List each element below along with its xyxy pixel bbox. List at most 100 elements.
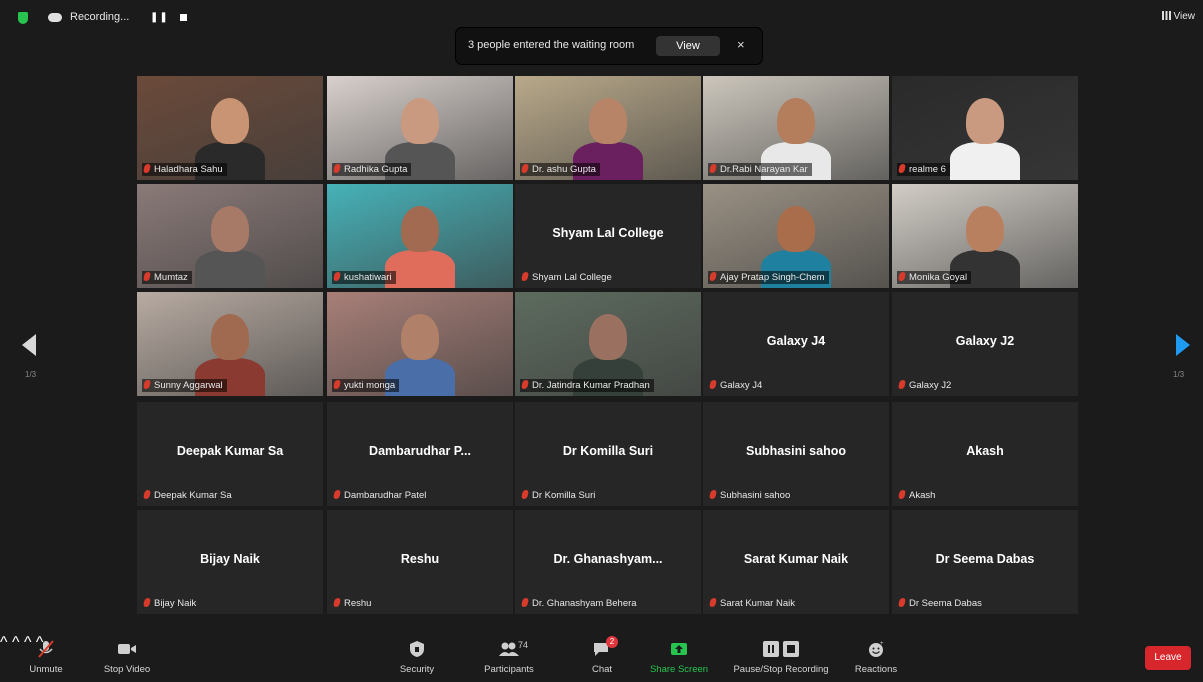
view-layout-button[interactable]: View <box>1161 11 1196 22</box>
participant-face <box>211 98 249 144</box>
chat-button[interactable]: 2 Chat <box>586 636 618 675</box>
cloud-recording-icon <box>48 13 62 22</box>
participant-tile[interactable]: Dr Komilla Suri Dr Komilla Suri <box>515 402 701 506</box>
pause-stop-recording-button[interactable]: Pause/Stop Recording <box>728 640 834 675</box>
participant-face <box>211 314 249 360</box>
view-layout-label: View <box>1173 11 1196 22</box>
participant-tile[interactable]: Deepak Kumar Sa Deepak Kumar Sa <box>137 402 323 506</box>
participant-name: Sarat Kumar Naik <box>720 598 795 609</box>
security-label: Security <box>399 664 435 675</box>
participant-name-label: Dambarudhar Patel <box>332 489 430 502</box>
participant-tile[interactable]: Dambarudhar P... Dambarudhar Patel <box>327 402 513 506</box>
participant-name-label: Mumtaz <box>142 271 192 284</box>
participant-name: Galaxy J4 <box>720 380 763 391</box>
leave-button[interactable]: Leave <box>1145 646 1191 670</box>
participants-button[interactable]: 74 Participants <box>478 640 540 675</box>
reactions-label: Reactions <box>854 664 898 675</box>
participant-name-label: Subhasini sahoo <box>708 489 794 502</box>
participant-tile[interactable]: Dr. ashu Gupta <box>515 76 701 180</box>
chat-unread-badge: 2 <box>606 636 618 648</box>
participant-tile[interactable]: Akash Akash <box>892 402 1078 506</box>
participant-tile[interactable]: Dr.Rabi Narayan Kar <box>703 76 889 180</box>
participant-display-name: Akash <box>966 444 1004 458</box>
participant-face <box>589 98 627 144</box>
video-camera-icon <box>96 640 158 658</box>
participant-name-label: Galaxy J2 <box>897 379 955 392</box>
participant-face <box>401 98 439 144</box>
participant-tile[interactable]: Galaxy J2 Galaxy J2 <box>892 292 1078 396</box>
participant-tile[interactable]: Galaxy J4 Galaxy J4 <box>703 292 889 396</box>
unmute-button[interactable]: Unmute <box>24 640 68 675</box>
muted-mic-icon <box>143 598 151 607</box>
participant-tile[interactable]: Ajay Pratap Singh-Chem <box>703 184 889 288</box>
participant-tile[interactable]: yukti monga <box>327 292 513 396</box>
audio-options-caret[interactable]: ^ <box>0 634 8 651</box>
participant-name-label: kushatiwari <box>332 271 396 284</box>
share-screen-button[interactable]: Share Screen <box>646 640 712 675</box>
participant-name-label: Dr Komilla Suri <box>520 489 599 502</box>
participant-face <box>589 314 627 360</box>
participant-tile[interactable]: Dr. Jatindra Kumar Pradhan <box>515 292 701 396</box>
participant-tile[interactable]: kushatiwari <box>327 184 513 288</box>
previous-page-arrow-icon[interactable] <box>22 334 36 356</box>
recording-status: Recording... <box>70 11 130 23</box>
page-indicator-left: 1/3 <box>25 370 37 379</box>
participant-tile[interactable]: Sarat Kumar Naik Sarat Kumar Naik <box>703 510 889 614</box>
page-indicator-right: 1/3 <box>1173 370 1185 379</box>
muted-mic-icon <box>521 164 529 173</box>
participant-tile[interactable]: Bijay Naik Bijay Naik <box>137 510 323 614</box>
stop-icon[interactable] <box>180 14 187 21</box>
participant-tile[interactable]: Monika Goyal <box>892 184 1078 288</box>
muted-mic-icon <box>709 380 717 389</box>
muted-mic-icon <box>521 272 529 281</box>
participant-display-name: Subhasini sahoo <box>745 444 846 458</box>
muted-mic-icon <box>709 598 717 607</box>
notification-view-button[interactable]: View <box>656 36 720 56</box>
video-options-caret[interactable]: ^ <box>12 634 20 651</box>
muted-mic-icon <box>898 598 906 607</box>
participant-tile[interactable]: Sunny Aggarwal <box>137 292 323 396</box>
participant-body <box>950 142 1020 180</box>
participant-name: kushatiwari <box>344 272 392 283</box>
pause-icon[interactable]: ❚❚ <box>150 12 169 23</box>
muted-mic-icon <box>333 380 341 389</box>
participant-tile[interactable]: Radhika Gupta <box>327 76 513 180</box>
reactions-button[interactable]: + Reactions <box>850 640 902 675</box>
muted-mic-icon <box>333 598 341 607</box>
participant-tile[interactable]: Dr Seema Dabas Dr Seema Dabas <box>892 510 1078 614</box>
participant-name: Bijay Naik <box>154 598 197 609</box>
participant-name-label: realme 6 <box>897 163 950 176</box>
participant-name: Dr Komilla Suri <box>532 490 596 501</box>
participant-tile[interactable]: Reshu Reshu <box>327 510 513 614</box>
muted-mic-icon <box>521 490 529 499</box>
security-shield-icon <box>392 640 442 658</box>
grid-view-icon <box>1161 11 1171 20</box>
security-button[interactable]: Security <box>392 640 442 675</box>
participant-name-label: Dr. ashu Gupta <box>520 163 600 176</box>
participant-display-name: Dr. Ghanashyam... <box>553 552 663 566</box>
next-page-arrow-icon[interactable] <box>1176 334 1190 356</box>
chat-label: Chat <box>591 664 613 675</box>
participant-name: Dr. Ghanashyam Behera <box>532 598 637 609</box>
participant-name: Dr. Jatindra Kumar Pradhan <box>532 380 650 391</box>
participant-face <box>966 98 1004 144</box>
participant-name-label: Dr.Rabi Narayan Kar <box>708 163 812 176</box>
participant-tile[interactable]: Dr. Ghanashyam... Dr. Ghanashyam Behera <box>515 510 701 614</box>
close-icon[interactable]: × <box>737 37 745 52</box>
stop-video-button[interactable]: Stop Video <box>96 640 158 675</box>
shield-icon[interactable] <box>18 12 28 24</box>
participant-tile[interactable]: Shyam Lal College Shyam Lal College <box>515 184 701 288</box>
participants-label: Participants <box>484 664 534 675</box>
participant-tile[interactable]: realme 6 <box>892 76 1078 180</box>
muted-mic-icon <box>709 272 717 281</box>
participant-face <box>401 314 439 360</box>
participant-name: Radhika Gupta <box>344 164 408 175</box>
participant-face <box>211 206 249 252</box>
participant-tile[interactable]: Mumtaz <box>137 184 323 288</box>
svg-text:+: + <box>880 641 884 647</box>
participant-name-label: Radhika Gupta <box>332 163 412 176</box>
participant-tile[interactable]: Haladhara Sahu <box>137 76 323 180</box>
participant-display-name: Deepak Kumar Sa <box>176 444 284 458</box>
participant-tile[interactable]: Subhasini sahoo Subhasini sahoo <box>703 402 889 506</box>
unmute-label: Unmute <box>29 664 63 675</box>
